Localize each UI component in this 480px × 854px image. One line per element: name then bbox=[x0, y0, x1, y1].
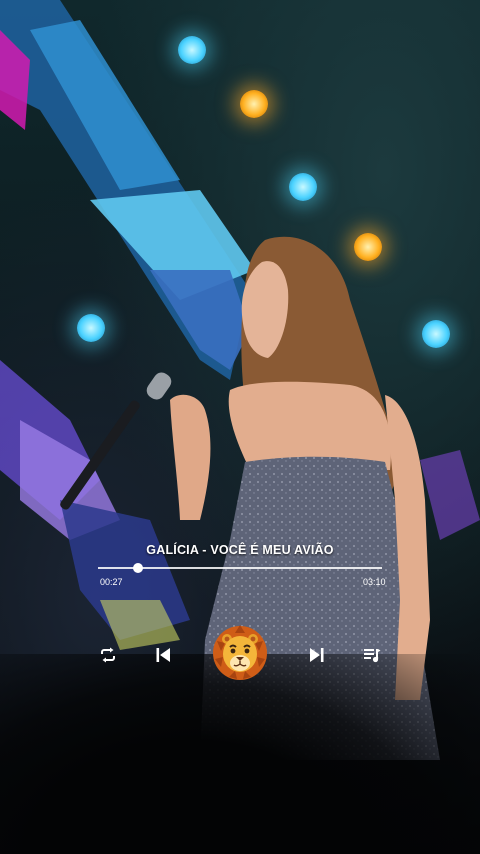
playlist-icon bbox=[364, 649, 381, 663]
next-button[interactable] bbox=[306, 644, 328, 666]
repeat-button[interactable] bbox=[96, 644, 120, 666]
progress-handle[interactable] bbox=[132, 563, 143, 573]
progress-bar[interactable] bbox=[98, 563, 382, 573]
previous-button[interactable] bbox=[152, 644, 174, 666]
skip-next-icon bbox=[310, 648, 324, 662]
crowd-silhouette bbox=[0, 654, 480, 854]
lion-icon bbox=[213, 625, 267, 680]
center-lion-button[interactable] bbox=[208, 620, 272, 684]
skip-previous-icon bbox=[156, 648, 170, 662]
repeat-icon bbox=[101, 647, 115, 663]
total-duration: 03:10 bbox=[363, 577, 386, 587]
background-video-frame bbox=[0, 0, 480, 854]
elapsed-time: 00:27 bbox=[100, 577, 123, 587]
playlist-button[interactable] bbox=[360, 644, 384, 666]
song-title: GALÍCIA - VOCÊ É MEU AVIÃO bbox=[146, 543, 334, 557]
